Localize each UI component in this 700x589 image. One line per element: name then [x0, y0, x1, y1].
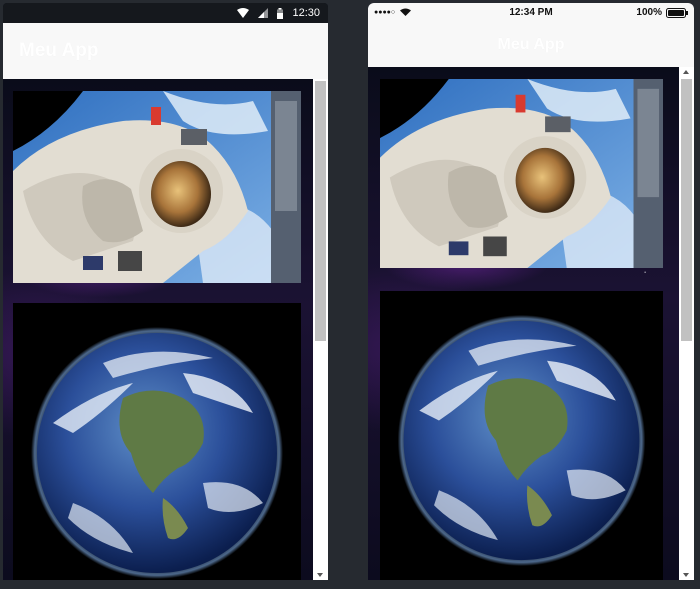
- scroll-thumb[interactable]: [681, 79, 692, 341]
- android-content[interactable]: [3, 79, 328, 580]
- ios-app-bar: Meu App: [368, 23, 694, 67]
- app-title: Meu App: [497, 36, 565, 53]
- scroll-thumb[interactable]: [315, 81, 326, 341]
- battery-icon: [666, 7, 688, 18]
- battery-percent: 100%: [636, 7, 662, 18]
- astronaut-image: [13, 91, 301, 283]
- scroll-down-icon[interactable]: [317, 573, 323, 577]
- signal-icon: [258, 8, 269, 18]
- android-scrollbar[interactable]: [313, 79, 328, 580]
- ios-status-bar: ●●●●○ 12:34 PM 100%: [368, 3, 694, 23]
- scroll-up-icon[interactable]: [683, 70, 689, 74]
- battery-icon: [277, 7, 284, 19]
- astronaut-image: [380, 79, 663, 268]
- earth-image: [13, 303, 301, 580]
- ios-preview: ●●●●○ 12:34 PM 100% Meu App: [368, 3, 694, 580]
- android-preview: 12:30 Meu App: [3, 3, 328, 580]
- android-status-time: 12:30: [292, 7, 320, 19]
- android-status-bar: 12:30: [3, 3, 328, 23]
- earth-image: [380, 291, 663, 580]
- android-app-bar: Meu App: [3, 23, 328, 79]
- ios-content[interactable]: [368, 67, 694, 580]
- scroll-down-icon[interactable]: [683, 573, 689, 577]
- ios-scrollbar[interactable]: [679, 67, 694, 580]
- wifi-icon: [237, 8, 250, 18]
- app-title: Meu App: [19, 40, 99, 61]
